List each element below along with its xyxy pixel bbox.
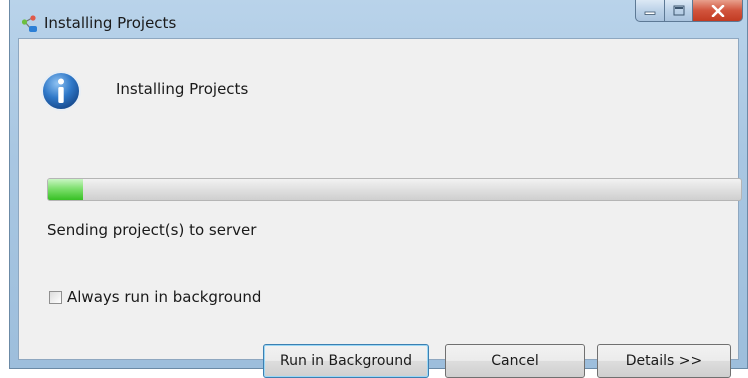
info-icon xyxy=(41,71,81,111)
cancel-button[interactable]: Cancel xyxy=(445,344,585,378)
close-button[interactable] xyxy=(693,0,743,22)
installing-projects-window: Installing Projects Installing Projects … xyxy=(9,0,748,378)
maximize-icon xyxy=(673,5,684,16)
details-button[interactable]: Details >> xyxy=(597,344,731,378)
run-in-background-button[interactable]: Run in Background xyxy=(263,344,429,378)
progress-bar-fill xyxy=(48,179,83,200)
close-icon xyxy=(711,4,724,17)
window-title: Installing Projects xyxy=(44,14,177,32)
minimize-button[interactable] xyxy=(635,0,665,22)
dialog-heading: Installing Projects xyxy=(116,80,249,98)
dialog-content: Installing Projects Sending project(s) t… xyxy=(18,38,742,378)
progress-bar xyxy=(47,178,742,201)
app-icon xyxy=(21,15,37,32)
status-message: Sending project(s) to server xyxy=(47,221,257,239)
maximize-button[interactable] xyxy=(665,0,693,22)
minimize-icon xyxy=(644,11,656,15)
always-run-in-background-option[interactable]: Always run in background xyxy=(49,288,261,306)
always-run-in-background-checkbox[interactable] xyxy=(49,290,62,304)
always-run-in-background-label: Always run in background xyxy=(67,288,262,306)
title-bar[interactable]: Installing Projects xyxy=(10,0,747,38)
window-controls xyxy=(635,0,743,22)
